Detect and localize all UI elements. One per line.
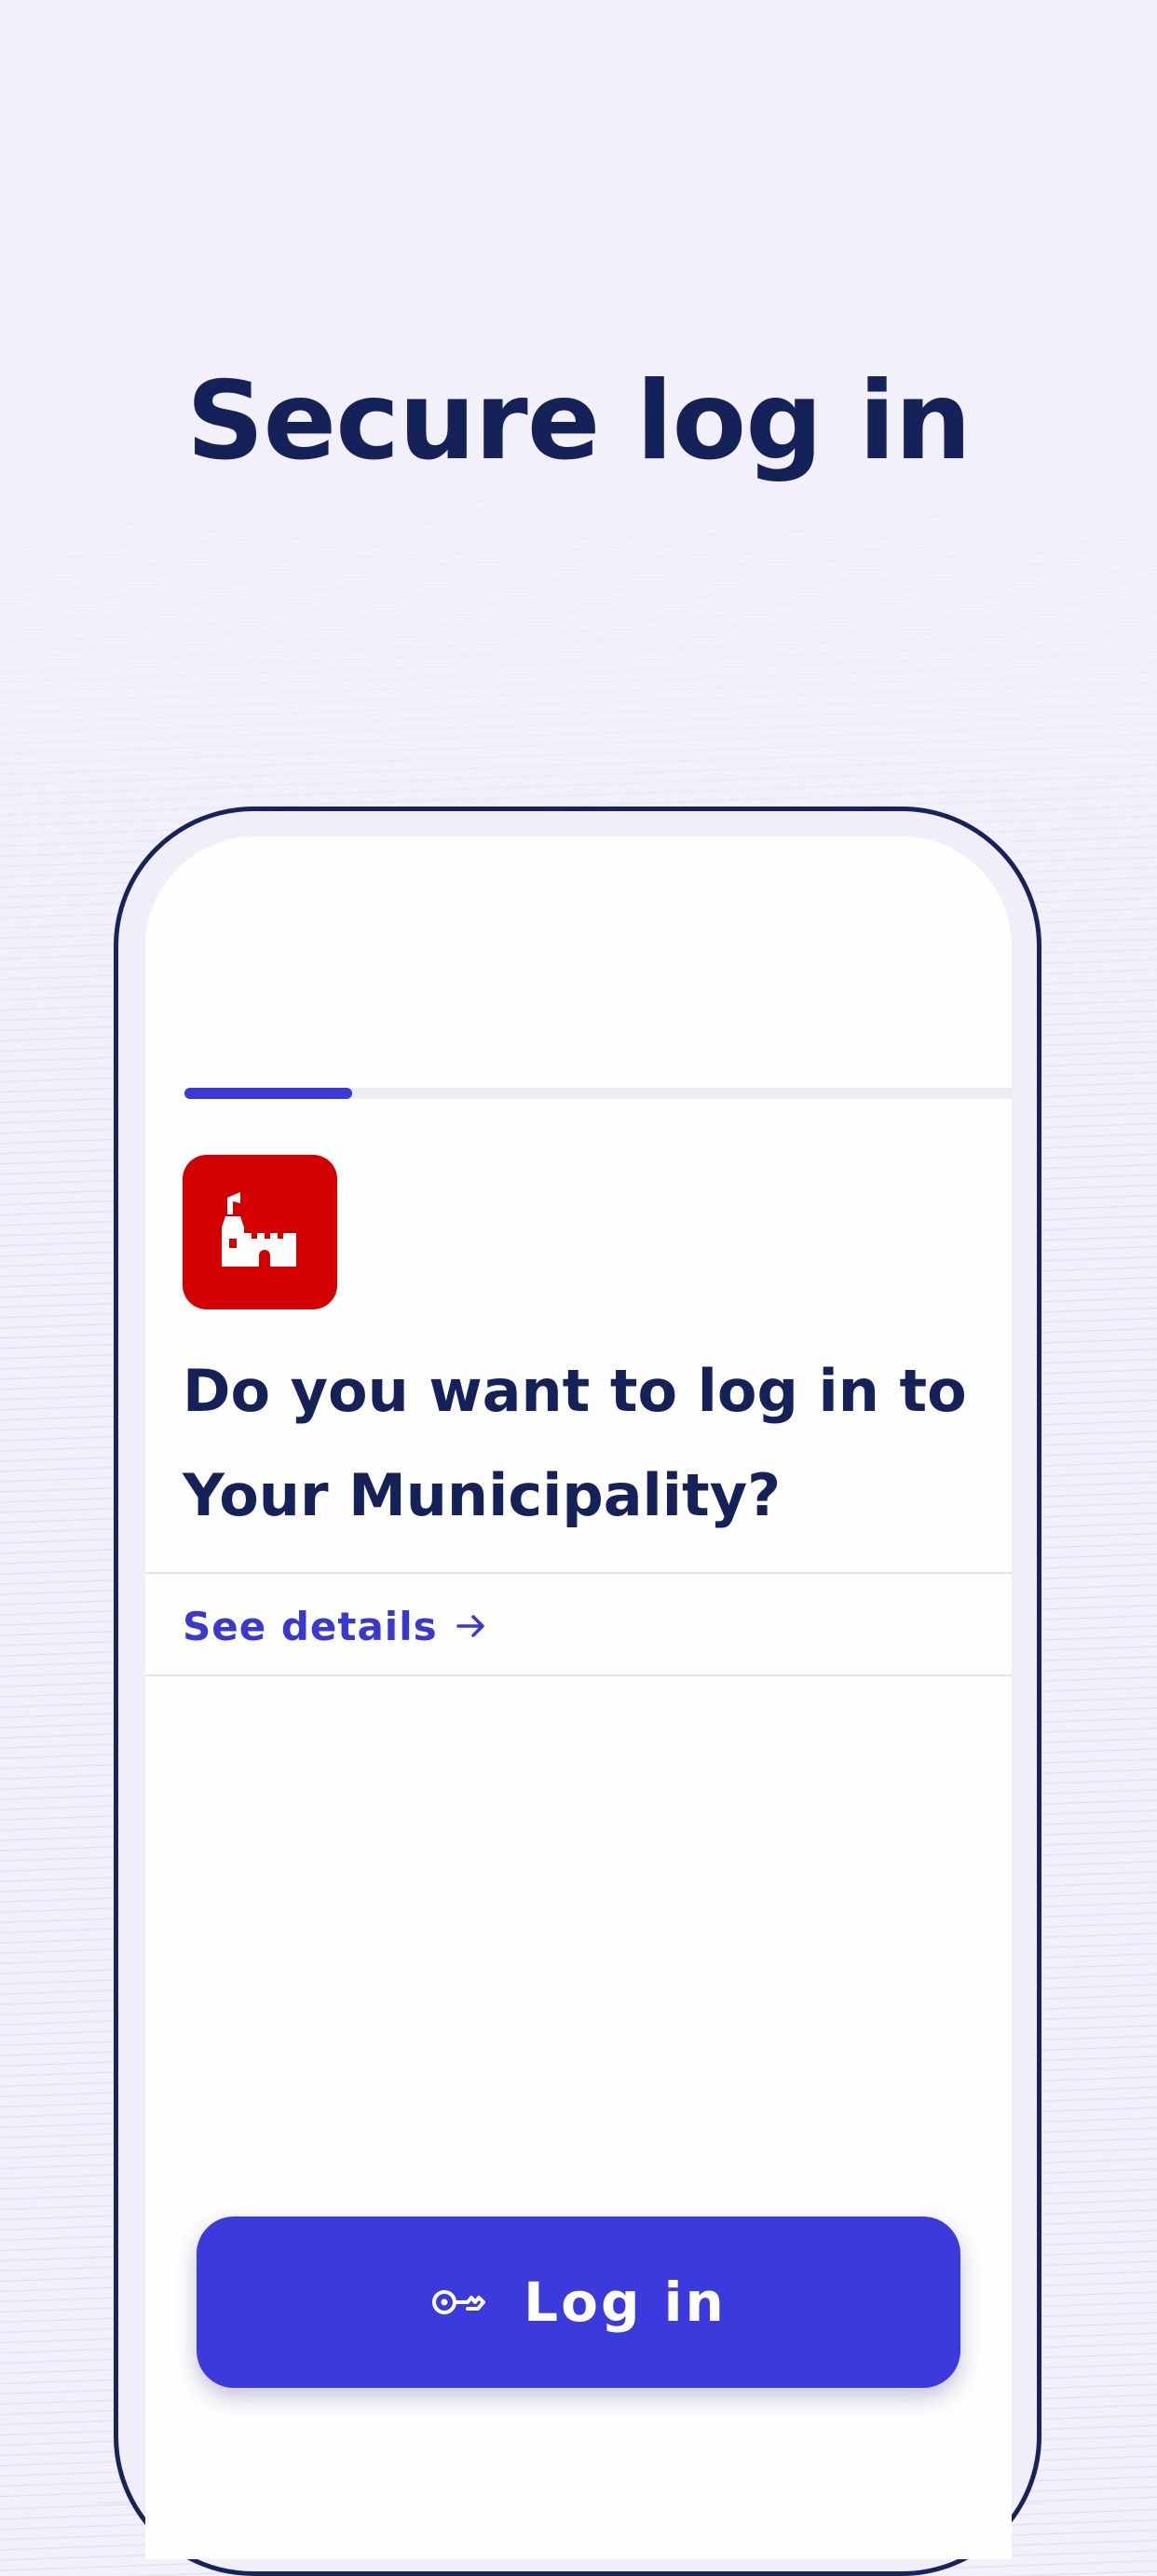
progress-bar [184, 1088, 1012, 1099]
login-button[interactable]: Log in [197, 2217, 960, 2388]
see-details-label: See details [183, 1603, 438, 1649]
see-details-link[interactable]: See details [183, 1596, 488, 1656]
page-title: Secure log in [185, 359, 972, 484]
login-button-label: Log in [524, 2271, 727, 2334]
castle-icon [222, 1192, 296, 1267]
key-icon [432, 2290, 486, 2314]
divider [145, 1674, 1012, 1676]
divider [145, 1572, 1012, 1574]
arrow-right-icon [456, 1615, 484, 1637]
login-question: Do you want to log in to Your Municipali… [183, 1357, 967, 1529]
progress-bar-fill [184, 1088, 352, 1099]
organization-logo [183, 1155, 337, 1309]
